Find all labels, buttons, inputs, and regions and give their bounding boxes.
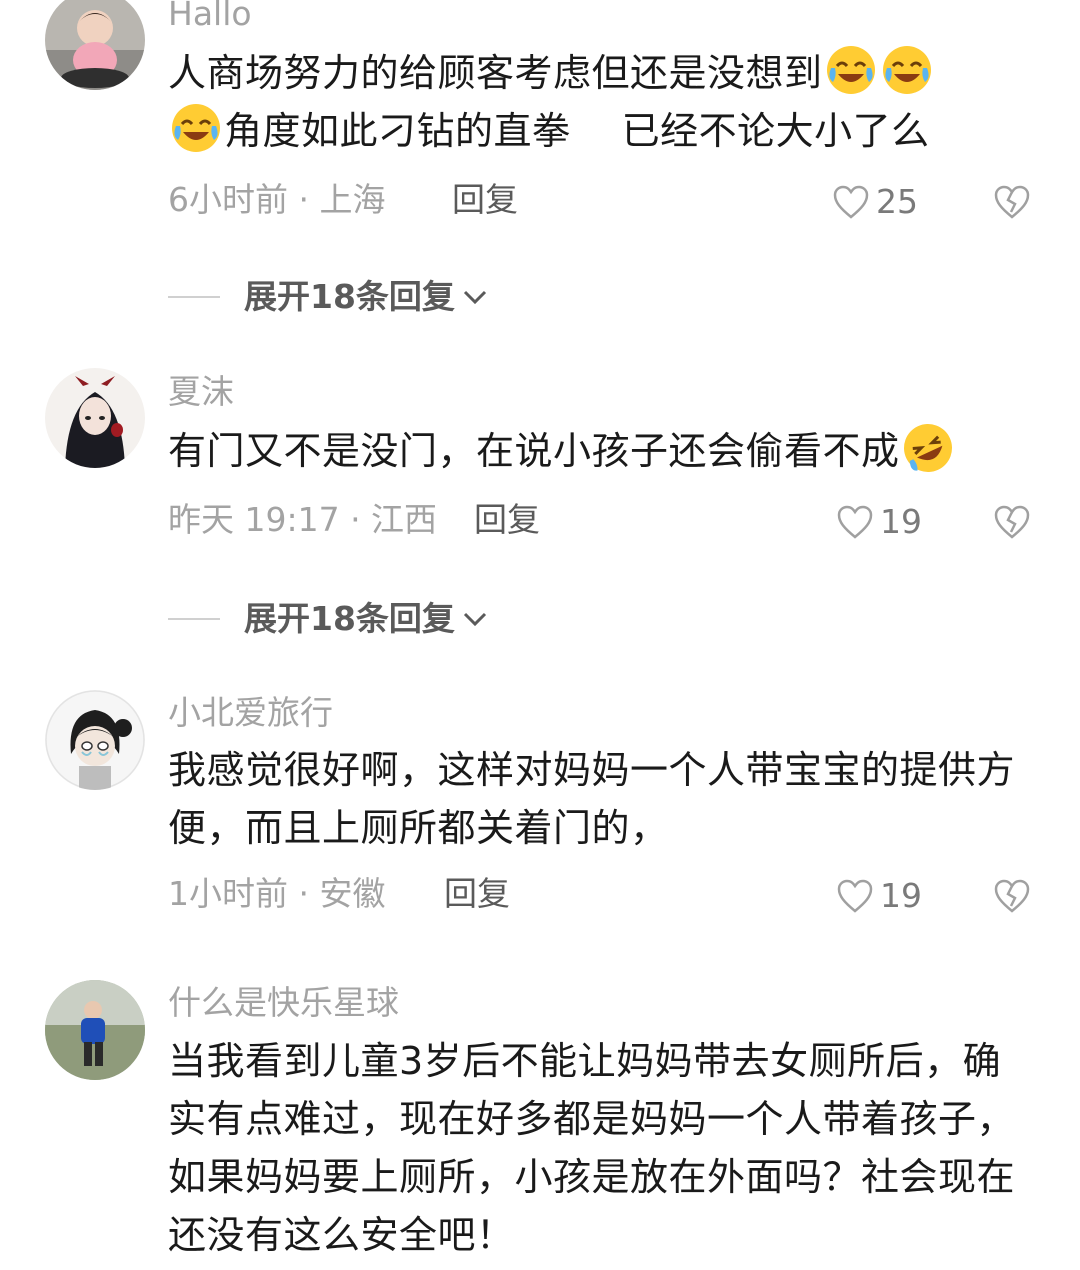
crying-laughing-emoji — [172, 104, 220, 152]
reply-button[interactable]: 回复 — [444, 872, 510, 916]
like-count: 25 — [876, 182, 918, 221]
like-button[interactable]: 19 — [836, 874, 922, 918]
chevron-down-icon — [463, 290, 486, 305]
username[interactable]: 夏沫 — [168, 372, 234, 412]
broken-heart-icon — [994, 185, 1030, 219]
divider — [168, 618, 220, 620]
heart-outline-icon — [833, 185, 869, 219]
comment-text-part: 人商场努力的给顾客考虑但还是没想到 — [168, 51, 823, 95]
comment-time-location: 6小时前 · 上海 — [168, 180, 386, 219]
broken-heart-icon — [994, 505, 1030, 539]
username[interactable]: Hallo — [168, 0, 252, 34]
like-button[interactable]: 19 — [836, 500, 922, 544]
expand-replies-label: 展开18条回复 — [244, 277, 455, 316]
comment-text: 人商场努力的给顾客考虑但还是没想到角度如此刁钻的直拳 已经不论大小了么 — [168, 44, 1038, 160]
dislike-button[interactable] — [993, 500, 1033, 544]
comment-time-location: 1小时前 · 安徽 — [168, 874, 386, 913]
dislike-button[interactable] — [993, 180, 1033, 224]
divider — [168, 296, 220, 298]
dislike-button[interactable] — [993, 874, 1033, 918]
comment-time-location: 昨天 19:17 · 江西 — [168, 500, 438, 539]
comment-text-part: 角度如此刁钻的直拳 已经不论大小了么 — [224, 109, 930, 153]
comment-text: 有门又不是没门，在说小孩子还会偷看不成 — [168, 422, 1038, 480]
crying-laughing-emoji — [826, 46, 875, 94]
reply-button[interactable]: 回复 — [474, 498, 540, 542]
reply-button[interactable]: 回复 — [452, 178, 518, 222]
rolling-laughing-emoji — [903, 424, 952, 472]
expand-replies-label: 展开18条回复 — [244, 599, 455, 638]
expand-replies-button[interactable]: 展开18条回复 — [168, 597, 489, 641]
avatar[interactable] — [45, 0, 145, 90]
avatar[interactable] — [45, 980, 145, 1080]
heart-outline-icon — [837, 879, 873, 913]
like-count: 19 — [880, 876, 922, 915]
username[interactable]: 小北爱旅行 — [168, 693, 333, 733]
crying-laughing-emoji — [882, 46, 931, 94]
username[interactable]: 什么是快乐星球 — [168, 983, 399, 1023]
heart-outline-icon — [837, 505, 873, 539]
broken-heart-icon — [994, 879, 1030, 913]
avatar[interactable] — [45, 690, 145, 790]
like-count: 19 — [880, 502, 922, 541]
avatar[interactable] — [45, 368, 145, 468]
chevron-down-icon — [463, 612, 486, 627]
like-button[interactable]: 25 — [832, 180, 918, 224]
expand-replies-button[interactable]: 展开18条回复 — [168, 275, 489, 319]
comment-text-part: 有门又不是没门，在说小孩子还会偷看不成 — [168, 429, 900, 473]
comment-text: 当我看到儿童3岁后不能让妈妈带去女厕所后，确实有点难过，现在好多都是妈妈一个人带… — [168, 1039, 1016, 1257]
comment-text: 我感觉很好啊，这样对妈妈一个人带宝宝的提供方便，而且上厕所都关着门的， — [168, 748, 1016, 850]
